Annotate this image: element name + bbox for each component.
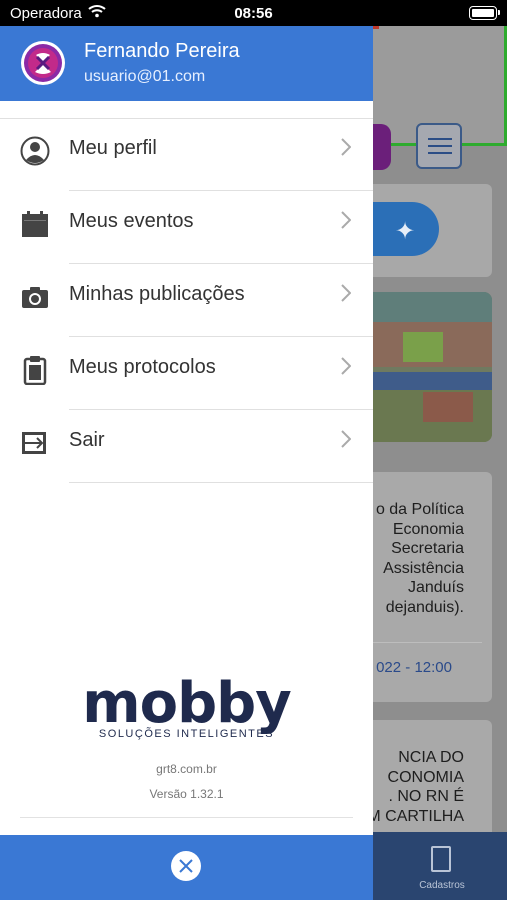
close-icon <box>179 859 193 873</box>
battery-icon <box>469 6 500 20</box>
chevron-right-icon <box>341 284 352 302</box>
clock: 08:56 <box>234 5 273 22</box>
user-name: Fernando Pereira <box>84 40 240 62</box>
clipboard-icon[interactable] <box>431 846 451 872</box>
bg-article-card: o da Política Economia Secretaria Assist… <box>373 472 492 702</box>
drawer-header: Fernando Pereira usuario@01.com <box>0 26 373 101</box>
brand-logo-text: mobby <box>82 671 292 736</box>
twitter-icon: ✦ <box>395 218 416 245</box>
site-link[interactable]: grt8.com.br <box>0 762 373 776</box>
chevron-right-icon <box>341 211 352 229</box>
menu-item-label: Minhas publicações <box>69 283 245 305</box>
divider <box>20 817 353 818</box>
menu-item-minhas-publicacoes[interactable]: Minhas publicações <box>0 264 373 337</box>
background-app[interactable]: ✦ o da Política Economia Secretaria Assi… <box>373 26 507 900</box>
version-label: Versão 1.32.1 <box>149 787 224 801</box>
menu-item-label: Sair <box>69 429 105 451</box>
menu-item-meus-eventos[interactable]: Meus eventos <box>0 191 373 264</box>
user-circle-icon <box>20 136 50 166</box>
chevron-right-icon <box>341 430 352 448</box>
clipboard-icon <box>20 355 50 386</box>
bg-article-card-2: NCIA DO CONOMIA . NO RN É M CARTILHA <box>373 720 492 850</box>
menu-item-label: Meu perfil <box>69 137 157 159</box>
menu-item-meus-protocolos[interactable]: Meus protocolos <box>0 337 373 410</box>
avatar[interactable] <box>21 41 65 85</box>
twitter-button[interactable]: ✦ <box>373 202 439 256</box>
close-button[interactable] <box>171 851 201 881</box>
status-bar: Operadora 08:56 <box>0 0 507 26</box>
hamburger-menu-icon[interactable] <box>416 123 462 169</box>
bg-logo-icon <box>373 124 391 170</box>
tab-cadastros[interactable]: Cadastros <box>373 880 507 891</box>
user-email: usuario@01.com <box>84 68 206 85</box>
calendar-icon <box>20 209 50 239</box>
camera-icon <box>20 282 50 312</box>
drawer-footer <box>0 835 373 900</box>
logout-icon <box>20 428 50 458</box>
bg-article-text-2: NCIA DO CONOMIA . NO RN É M CARTILHA <box>373 749 464 825</box>
bg-tab-bar: Cadastros <box>373 832 507 900</box>
bg-article-date: 022 - 12:00 <box>376 659 452 676</box>
chevron-right-icon <box>341 357 352 375</box>
menu-item-sair[interactable]: Sair <box>0 410 373 483</box>
drawer-menu: Meu perfil Meus eventos Minhas publicaçõ… <box>0 118 373 483</box>
side-drawer: Fernando Pereira usuario@01.com Meu perf… <box>0 26 373 900</box>
chevron-right-icon <box>341 138 352 156</box>
menu-item-meu-perfil[interactable]: Meu perfil <box>0 118 373 191</box>
brand-logo: mobby SOLUÇÕES INTELIGENTES <box>0 671 373 741</box>
menu-item-label: Meus eventos <box>69 210 194 232</box>
bg-news-photo <box>373 292 492 442</box>
brand-tagline: SOLUÇÕES INTELIGENTES <box>98 728 275 740</box>
menu-item-label: Meus protocolos <box>69 356 216 378</box>
bg-article-text: o da Política Economia Secretaria Assist… <box>375 501 464 616</box>
